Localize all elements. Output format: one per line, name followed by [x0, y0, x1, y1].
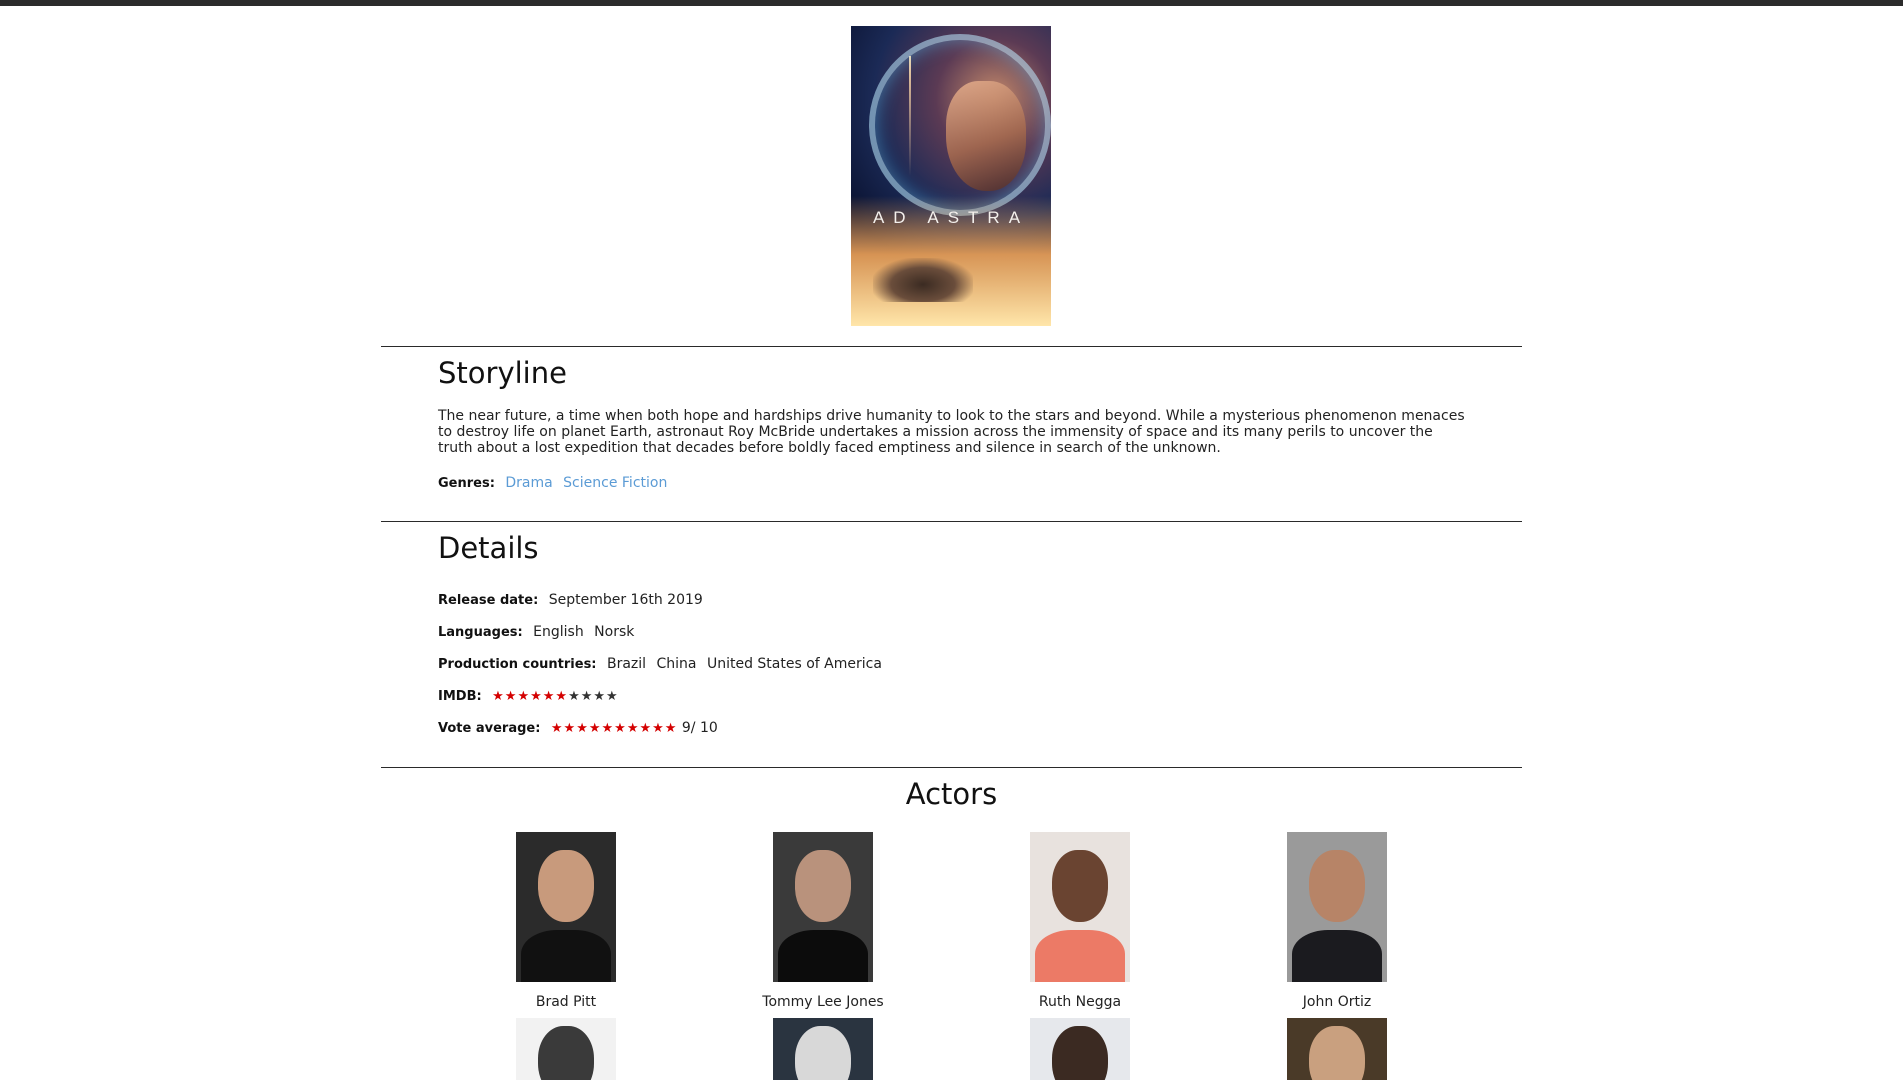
actor-photo — [516, 1018, 616, 1080]
vote-average-stars: ★★★★★★★★★★ — [551, 721, 678, 736]
details-divider — [381, 521, 1522, 522]
imdb-row: IMDB: ★★★★★★★★★★ — [438, 687, 619, 706]
storyline-heading: Storyline — [438, 356, 567, 390]
vote-average-row: Vote average: ★★★★★★★★★★ 9/ 10 — [438, 719, 724, 738]
star-empty-icon: ★ — [580, 689, 594, 704]
genres-row: Genres: Drama Science Fiction — [438, 474, 673, 493]
actor-card[interactable]: Brad Pitt — [476, 832, 656, 1010]
star-filled-icon: ★ — [542, 689, 556, 704]
star-filled-icon: ★ — [614, 721, 627, 736]
star-filled-icon: ★ — [639, 721, 653, 736]
movie-page: AD ASTRA Storyline The near future, a ti… — [0, 0, 1903, 1080]
languages-label: Languages: — [438, 625, 523, 640]
star-filled-icon: ★ — [652, 721, 665, 736]
vote-average-value: 9/ 10 — [681, 720, 718, 736]
star-empty-icon: ★ — [568, 689, 581, 704]
star-filled-icon: ★ — [555, 689, 569, 704]
star-filled-icon: ★ — [517, 689, 531, 704]
actor-photo — [773, 832, 873, 982]
storyline-text: The near future, a time when both hope a… — [438, 408, 1465, 456]
actor-card[interactable]: John Ortiz — [1247, 832, 1427, 1010]
release-date-label: Release date: — [438, 593, 539, 608]
star-filled-icon: ★ — [588, 721, 602, 736]
star-empty-icon: ★ — [593, 689, 607, 704]
languages-row: Languages: English Norsk — [438, 623, 640, 642]
release-date-row: Release date: September 16th 2019 — [438, 591, 709, 610]
movie-poster: AD ASTRA — [851, 26, 1051, 326]
actor-card[interactable]: Tommy Lee Jones — [733, 832, 913, 1010]
actor-name: Brad Pitt — [535, 994, 597, 1010]
star-filled-icon: ★ — [504, 689, 518, 704]
actor-card[interactable] — [733, 1018, 913, 1080]
actor-photo — [516, 832, 616, 982]
star-filled-icon: ★ — [550, 721, 564, 736]
star-filled-icon: ★ — [563, 721, 577, 736]
actor-photo — [1287, 832, 1387, 982]
star-filled-icon: ★ — [664, 721, 678, 736]
actors-divider — [381, 767, 1522, 768]
actor-name: Tommy Lee Jones — [762, 994, 884, 1010]
actor-card[interactable]: Ruth Negga — [990, 832, 1170, 1010]
language-english: English — [533, 624, 584, 640]
actors-heading: Actors — [905, 777, 998, 811]
country-usa: United States of America — [706, 656, 882, 672]
vote-average-label: Vote average: — [438, 721, 541, 736]
actor-photo — [1030, 832, 1130, 982]
genres-label: Genres: — [438, 476, 495, 491]
actor-name: Ruth Negga — [1038, 994, 1122, 1010]
production-countries-label: Production countries: — [438, 657, 597, 672]
actor-name: John Ortiz — [1302, 994, 1372, 1010]
star-filled-icon: ★ — [530, 689, 543, 704]
actor-card[interactable] — [476, 1018, 656, 1080]
details-heading: Details — [438, 531, 539, 565]
star-empty-icon: ★ — [606, 689, 619, 704]
imdb-label: IMDB: — [438, 689, 482, 704]
genre-link-science-fiction[interactable]: Science Fiction — [563, 475, 667, 491]
actor-photo — [1030, 1018, 1130, 1080]
genre-link-drama[interactable]: Drama — [505, 475, 552, 491]
star-filled-icon: ★ — [626, 721, 640, 736]
language-norsk: Norsk — [594, 624, 635, 640]
poster-rover — [873, 258, 973, 302]
star-filled-icon: ★ — [601, 721, 615, 736]
star-filled-icon: ★ — [576, 721, 589, 736]
country-brazil: Brazil — [606, 656, 647, 672]
storyline-divider — [381, 346, 1522, 347]
imdb-rating-stars: ★★★★★★★★★★ — [492, 689, 619, 704]
actor-card[interactable] — [990, 1018, 1170, 1080]
poster-astronaut-face — [946, 81, 1026, 191]
actor-photo — [1287, 1018, 1387, 1080]
actor-photo — [773, 1018, 873, 1080]
poster-title: AD ASTRA — [872, 208, 1030, 227]
star-filled-icon: ★ — [492, 689, 505, 704]
release-date-value: September 16th 2019 — [548, 592, 703, 608]
country-china: China — [656, 656, 697, 672]
production-countries-row: Production countries: Brazil China Unite… — [438, 655, 888, 674]
actor-card[interactable] — [1247, 1018, 1427, 1080]
